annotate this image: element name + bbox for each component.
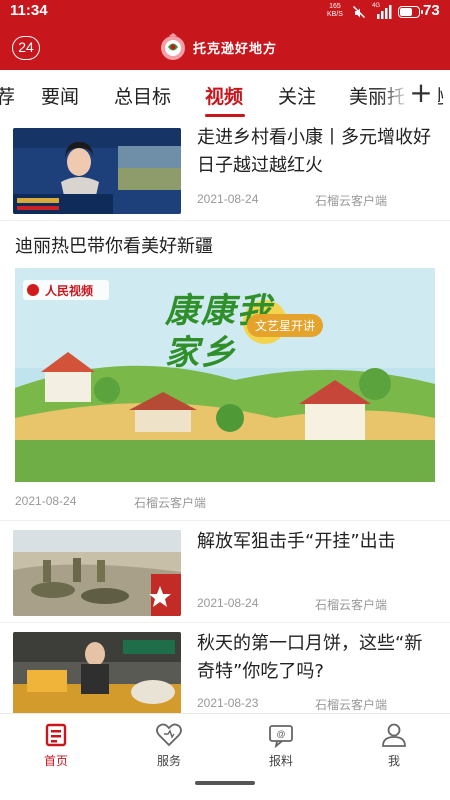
channel-tabs: 荐 要闻 总目标 视频 关注 美丽托克逊 + bbox=[0, 70, 450, 120]
net-speed-unit: KB/S bbox=[327, 11, 343, 18]
nav-report-label: 报料 bbox=[268, 754, 293, 768]
tab-recommend[interactable]: 荐 bbox=[0, 82, 15, 109]
app-header: 24 托克逊好地方 bbox=[0, 24, 450, 70]
news-thumbnail bbox=[13, 128, 181, 214]
news-thumbnail bbox=[13, 632, 181, 718]
mute-icon bbox=[352, 5, 366, 19]
tab-video[interactable]: 视频 bbox=[205, 82, 243, 109]
user-icon bbox=[382, 723, 406, 747]
divider bbox=[0, 220, 450, 221]
news-thumbnail bbox=[13, 530, 181, 616]
news-date: 2021-08-24 bbox=[15, 494, 77, 508]
news-date: 2021-08-24 bbox=[197, 192, 259, 206]
news-source: 石榴云客户端 bbox=[315, 194, 388, 208]
tab-goals[interactable]: 总目标 bbox=[114, 82, 171, 109]
news-title[interactable]: 秋天的第一口月饼，这些“新奇特”你吃了吗? bbox=[197, 630, 435, 686]
news-source: 石榴云客户端 bbox=[315, 698, 388, 712]
net-speed: 165 KB/S bbox=[327, 3, 343, 19]
battery-percent: 73 bbox=[423, 2, 440, 19]
news-date: 2021-08-23 bbox=[197, 696, 259, 710]
plus-icon[interactable]: + bbox=[404, 77, 438, 111]
report-icon: @ bbox=[269, 725, 293, 748]
news-video-cover[interactable]: 人民视频 康康我家乡 文艺星开讲 bbox=[15, 268, 435, 482]
app-logo-text: 托克逊好地方 bbox=[193, 42, 278, 57]
divider bbox=[0, 520, 450, 521]
notification-badge[interactable]: 24 bbox=[12, 36, 40, 60]
status-time: 11:34 bbox=[10, 2, 48, 19]
pomegranate-logo-icon bbox=[161, 33, 185, 60]
battery-fill bbox=[400, 8, 412, 16]
heart-icon bbox=[156, 723, 182, 747]
tab-headlines[interactable]: 要闻 bbox=[41, 82, 79, 109]
news-source: 石榴云客户端 bbox=[134, 496, 207, 510]
status-bar: 11:34 165 KB/S 4G 73 bbox=[0, 0, 450, 24]
nav-report[interactable]: @ 报料 bbox=[246, 722, 316, 769]
news-source: 石榴云客户端 bbox=[315, 598, 388, 612]
system-home-indicator[interactable] bbox=[195, 781, 255, 785]
bottom-nav: 首页 服务 @ 报料 我 bbox=[0, 713, 450, 800]
nav-service-label: 服务 bbox=[156, 754, 181, 768]
nav-home-label: 首页 bbox=[43, 754, 68, 768]
signal-label: 4G bbox=[372, 3, 381, 9]
news-anchor-thumbnail bbox=[13, 128, 181, 214]
soldiers-thumbnail bbox=[13, 530, 181, 616]
net-speed-value: 165 bbox=[329, 3, 341, 10]
nav-home[interactable]: 首页 bbox=[21, 722, 91, 769]
svg-text:@: @ bbox=[276, 729, 285, 739]
battery-icon bbox=[398, 6, 423, 18]
tab-follow[interactable]: 关注 bbox=[278, 82, 316, 109]
video-source-logo: 人民视频 bbox=[45, 284, 94, 298]
home-icon bbox=[45, 723, 67, 747]
news-title[interactable]: 迪丽热巴带你看美好新疆 bbox=[15, 232, 213, 258]
signal-icon: 4G bbox=[372, 3, 392, 20]
active-tab-indicator bbox=[205, 114, 245, 117]
nav-service[interactable]: 服务 bbox=[134, 722, 204, 769]
mooncake-thumbnail bbox=[13, 632, 181, 718]
divider bbox=[0, 622, 450, 623]
nav-me-label: 我 bbox=[387, 754, 400, 768]
news-date: 2021-08-24 bbox=[197, 596, 259, 610]
video-cover-badge: 文艺星开讲 bbox=[247, 314, 324, 337]
news-title[interactable]: 解放军狙击手“开挂”出击 bbox=[197, 528, 435, 556]
news-title[interactable]: 走进乡村看小康丨多元增收好日子越过越红火 bbox=[197, 124, 435, 180]
nav-me[interactable]: 我 bbox=[359, 722, 429, 769]
